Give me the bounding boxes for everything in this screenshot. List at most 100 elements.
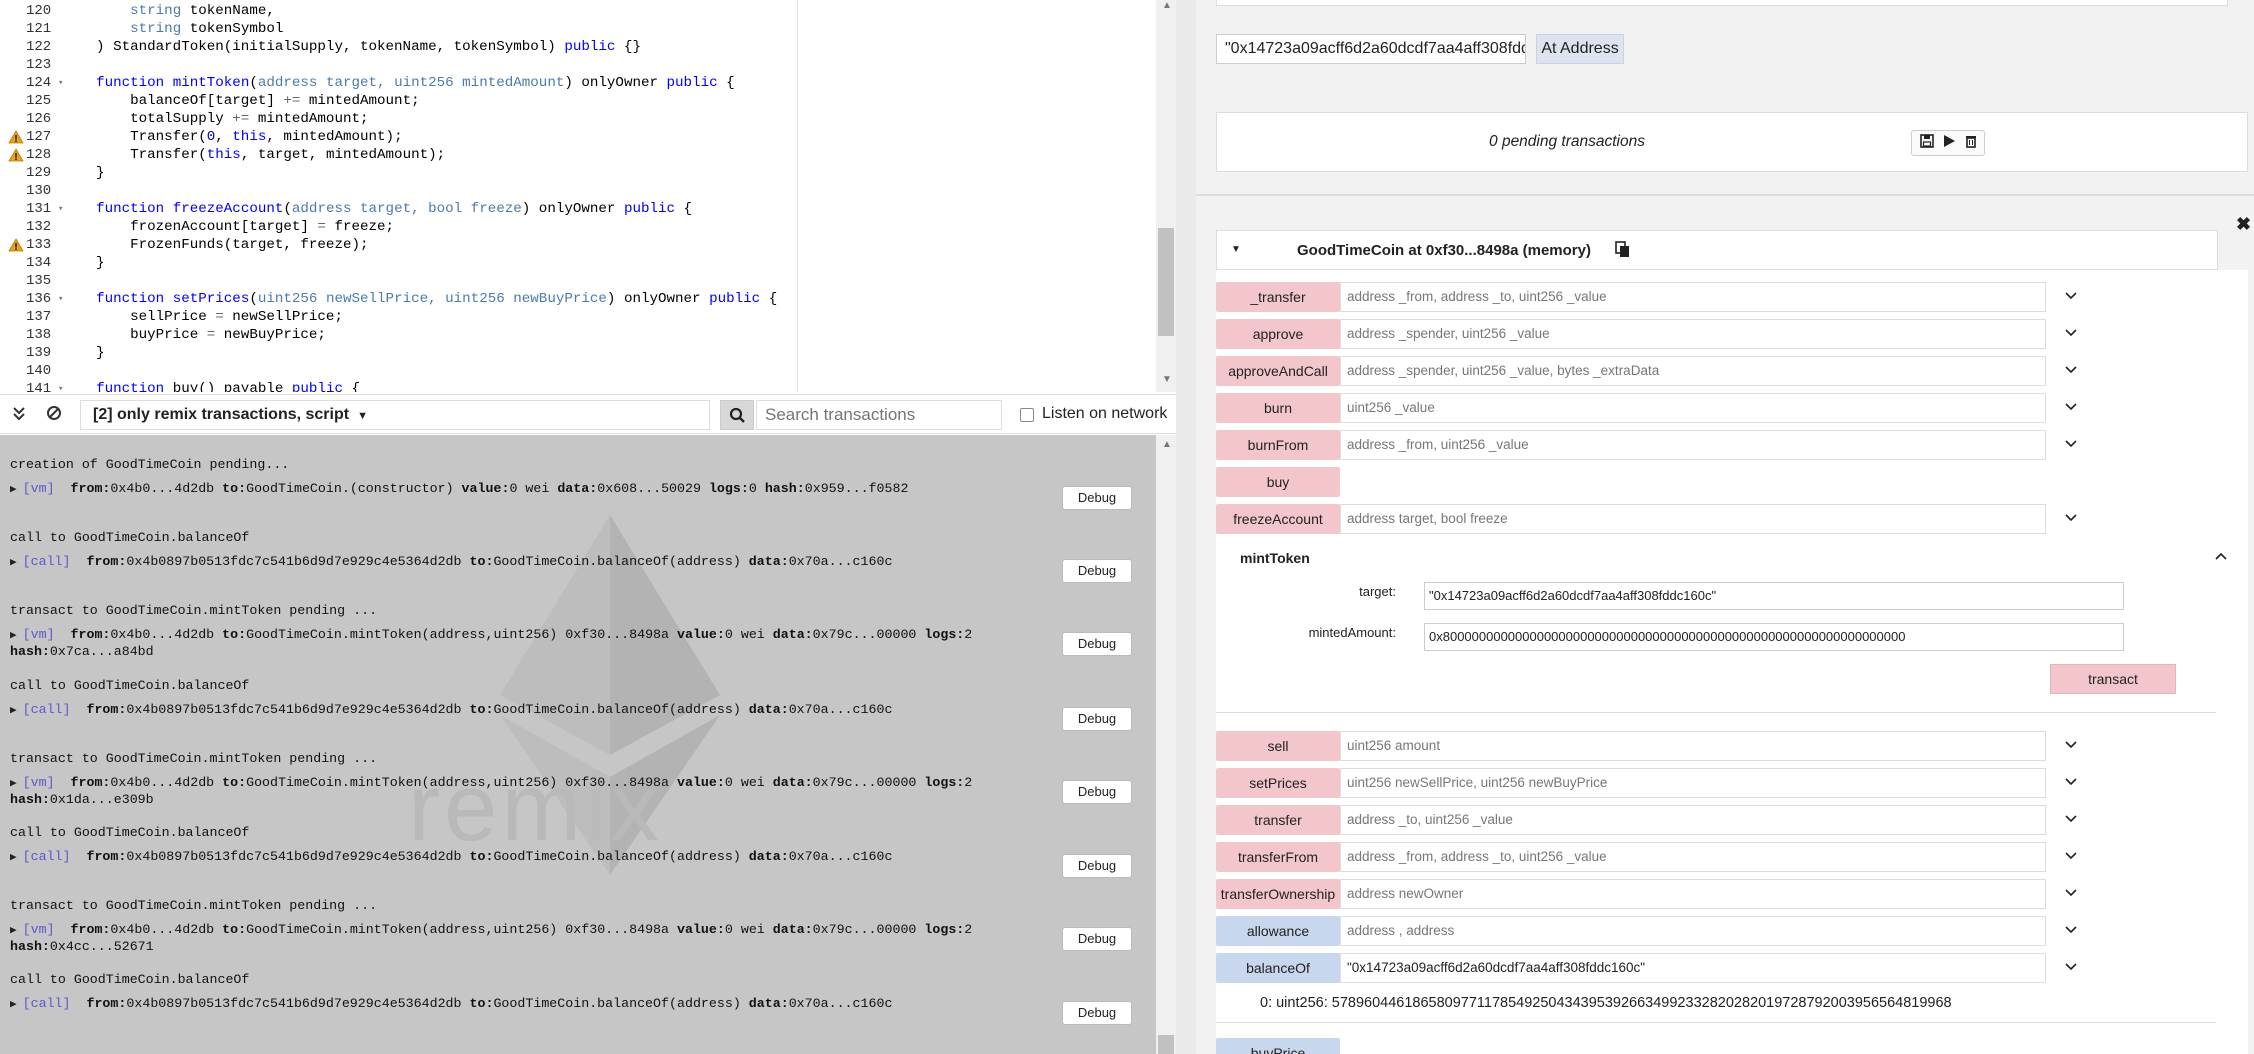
- chevron-down-icon[interactable]: [2064, 438, 2078, 452]
- balanceof-button[interactable]: balanceOf: [1216, 953, 1340, 983]
- chevron-down-icon[interactable]: [2064, 887, 2078, 901]
- setprices-args-input[interactable]: uint256 newSellPrice, uint256 newBuyPric…: [1340, 768, 2046, 798]
- close-instance-icon[interactable]: ✖: [2236, 214, 2251, 235]
- code-line[interactable]: buyPrice = newBuyPrice;: [62, 326, 326, 344]
- burn-args-input[interactable]: uint256 _value: [1340, 393, 2046, 423]
- allowance-button[interactable]: allowance: [1216, 916, 1340, 946]
- code-line[interactable]: function freezeAccount(address target, b…: [62, 200, 692, 218]
- code-line[interactable]: function mintToken(address target, uint2…: [62, 74, 735, 92]
- code-line[interactable]: string tokenSymbol: [62, 20, 283, 38]
- code-line[interactable]: ) StandardToken(initialSupply, tokenName…: [62, 38, 641, 56]
- gutter-line[interactable]: 127: [0, 128, 62, 146]
- _transfer-button[interactable]: _transfer: [1216, 282, 1340, 312]
- gutter-line[interactable]: 130: [0, 182, 62, 200]
- gutter-line[interactable]: 121: [0, 20, 62, 38]
- terminal-tx-entry[interactable]: ▶ [call] from:0x4b0897b0513fdc7c541b6d9d7…: [10, 996, 892, 1013]
- buyprice-button[interactable]: buyPrice: [1216, 1038, 1340, 1054]
- gutter-line[interactable]: 140: [0, 362, 62, 380]
- gutter-line[interactable]: 124 ▾: [0, 74, 63, 92]
- gutter-line[interactable]: 137: [0, 308, 62, 326]
- expand-tx-icon[interactable]: ▶: [10, 484, 17, 496]
- editor-scrollbar[interactable]: ▲ ▼: [1156, 0, 1176, 392]
- code-line[interactable]: function buy() payable public {: [62, 380, 360, 392]
- transferfrom-args-input[interactable]: address _from, address _to, uint256 _val…: [1340, 842, 2046, 872]
- terminal-tx-entry[interactable]: ▶ [call] from:0x4b0897b0513fdc7c541b6d9d7…: [10, 849, 892, 866]
- code-line[interactable]: sellPrice = newSellPrice;: [62, 308, 343, 326]
- gutter-line[interactable]: 138: [0, 326, 62, 344]
- debug-button[interactable]: Debug: [1062, 486, 1132, 510]
- code-line[interactable]: }: [62, 344, 105, 362]
- burnfrom-args-input[interactable]: address _from, uint256 _value: [1340, 430, 2046, 460]
- buy-button[interactable]: buy: [1216, 467, 1340, 497]
- transferfrom-button[interactable]: transferFrom: [1216, 842, 1340, 872]
- chevron-down-icon[interactable]: [2064, 850, 2078, 864]
- terminal-tx-entry[interactable]: ▶ [call] from:0x4b0897b0513fdc7c541b6d9d7…: [10, 554, 892, 571]
- transfer-button[interactable]: transfer: [1216, 805, 1340, 835]
- play-icon[interactable]: [1942, 134, 1956, 151]
- code-line[interactable]: function setPrices(uint256 newSellPrice,…: [62, 290, 777, 308]
- gutter-line[interactable]: 129: [0, 164, 62, 182]
- at-address-input[interactable]: "0x14723a09acff6d2a60dcdf7aa4aff308fddc1…: [1216, 34, 1526, 64]
- debug-button[interactable]: Debug: [1062, 854, 1132, 878]
- collapse-terminal-icon[interactable]: [12, 405, 26, 426]
- expand-tx-icon[interactable]: ▶: [10, 925, 17, 937]
- chevron-down-icon[interactable]: [2064, 327, 2078, 341]
- trash-icon[interactable]: [1964, 134, 1978, 151]
- transfer-args-input[interactable]: address _to, uint256 _value: [1340, 805, 2046, 835]
- gutter-line[interactable]: 131 ▾: [0, 200, 63, 218]
- approveandcall-button[interactable]: approveAndCall: [1216, 356, 1340, 386]
- terminal-tx-entry[interactable]: ▶ [vm] from:0x4b0...4d2db to:GoodTimeCoin…: [10, 775, 972, 808]
- gutter-line[interactable]: 123: [0, 56, 62, 74]
- expand-tx-icon[interactable]: ▶: [10, 778, 17, 790]
- copy-icon[interactable]: [1615, 241, 1631, 259]
- chevron-down-icon[interactable]: [2064, 739, 2078, 753]
- target-input[interactable]: "0x14723a09acff6d2a60dcdf7aa4aff308fddc1…: [1424, 582, 2124, 610]
- scroll-down-icon[interactable]: ▼: [1162, 374, 1172, 385]
- search-button[interactable]: [720, 400, 754, 430]
- chevron-down-icon[interactable]: [2064, 512, 2078, 526]
- chevron-down-icon[interactable]: [2064, 776, 2078, 790]
- terminal-tx-entry[interactable]: ▶ [vm] from:0x4b0...4d2db to:GoodTimeCoin…: [10, 922, 972, 955]
- code-line[interactable]: }: [62, 164, 105, 182]
- burnfrom-button[interactable]: burnFrom: [1216, 430, 1340, 460]
- gutter-line[interactable]: 126: [0, 110, 62, 128]
- warning-icon[interactable]: [8, 148, 24, 162]
- chevron-down-icon[interactable]: [2064, 401, 2078, 415]
- gutter-line[interactable]: 134: [0, 254, 62, 272]
- gutter-line[interactable]: 120: [0, 2, 62, 20]
- balanceof-args-input[interactable]: "0x14723a09acff6d2a60dcdf7aa4aff308fddc1…: [1340, 953, 2046, 983]
- debug-button[interactable]: Debug: [1062, 559, 1132, 583]
- terminal-output[interactable]: remix creation of GoodTimeCoin pending..…: [0, 435, 1156, 1054]
- gutter-line[interactable]: 135: [0, 272, 62, 290]
- allowance-args-input[interactable]: address , address: [1340, 916, 2046, 946]
- scroll-up-icon[interactable]: ▲: [1162, 439, 1172, 450]
- editor-scroll-thumb[interactable]: [1158, 228, 1174, 336]
- expand-tx-icon[interactable]: ▶: [10, 557, 17, 569]
- at-address-button[interactable]: At Address: [1536, 34, 1624, 64]
- transferownership-args-input[interactable]: address newOwner: [1340, 879, 2046, 909]
- transferownership-button[interactable]: transferOwnership: [1216, 879, 1340, 909]
- _transfer-args-input[interactable]: address _from, address _to, uint256 _val…: [1340, 282, 2046, 312]
- gutter-line[interactable]: 125: [0, 92, 62, 110]
- sell-args-input[interactable]: uint256 amount: [1340, 731, 2046, 761]
- burn-button[interactable]: burn: [1216, 393, 1340, 423]
- debug-button[interactable]: Debug: [1062, 1001, 1132, 1025]
- scroll-up-icon[interactable]: ▲: [1162, 0, 1172, 11]
- gutter-line[interactable]: 128: [0, 146, 62, 164]
- code-editor[interactable]: 120 121 122 123 124 ▾ 125 126 127 128 129 130 131 ▾ 13…: [0, 0, 1176, 392]
- approve-button[interactable]: approve: [1216, 319, 1340, 349]
- debug-button[interactable]: Debug: [1062, 632, 1132, 656]
- expand-tx-icon[interactable]: ▶: [10, 999, 17, 1011]
- gutter-line[interactable]: 139: [0, 344, 62, 362]
- approveandcall-args-input[interactable]: address _spender, uint256 _value, bytes …: [1340, 356, 2046, 386]
- terminal-tx-entry[interactable]: ▶ [vm] from:0x4b0...4d2db to:GoodTimeCoin…: [10, 627, 972, 660]
- warning-icon[interactable]: [8, 238, 24, 252]
- caret-down-icon[interactable]: ▼: [1231, 244, 1241, 255]
- code-line[interactable]: balanceOf[target] += mintedAmount;: [62, 92, 420, 110]
- code-line[interactable]: Transfer(0, this, mintedAmount);: [62, 128, 402, 146]
- instance-header[interactable]: ▼ GoodTimeCoin at 0xf30...8498a (memory): [1216, 230, 2218, 270]
- code-line[interactable]: }: [62, 254, 105, 272]
- expand-tx-icon[interactable]: ▶: [10, 630, 17, 642]
- terminal-tx-entry[interactable]: ▶ [call] from:0x4b0897b0513fdc7c541b6d9d7…: [10, 702, 892, 719]
- clear-console-icon[interactable]: [46, 405, 62, 426]
